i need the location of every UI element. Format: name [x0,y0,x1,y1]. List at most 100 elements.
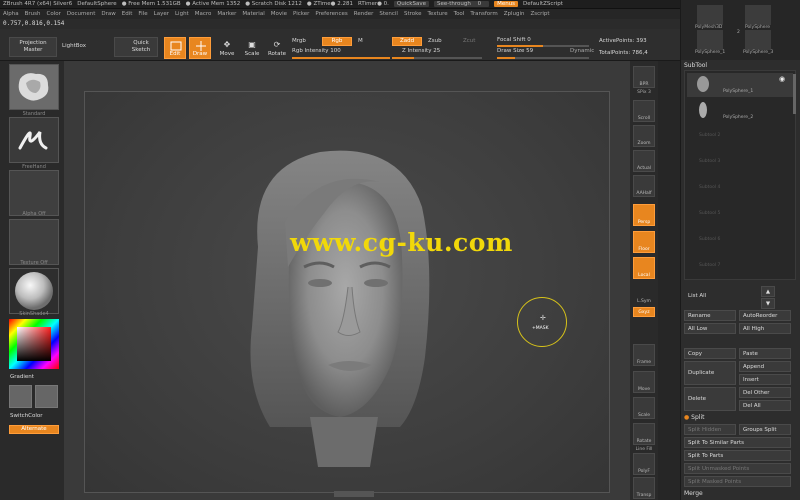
canvas-area[interactable]: ✛ +MASK [64,61,630,500]
menu-material[interactable]: Material [242,11,264,17]
transp-button[interactable]: Transp [633,477,655,499]
draw-size-track[interactable] [497,57,589,59]
material-thumbnail[interactable] [9,268,59,314]
z-intensity-slider[interactable]: Z Intensity 25 [402,48,440,54]
rotate-view-button[interactable]: Rotate [633,423,655,445]
switch-color-button[interactable]: SwitchColor [10,413,43,419]
draw-size-slider[interactable]: Draw Size 59 [497,48,533,54]
rgb-button[interactable]: Rgb [322,37,352,46]
persp-button[interactable]: Persp [633,204,655,226]
auto-reorder-button[interactable]: AutoReorder [739,310,791,321]
list-all-button[interactable]: List All [684,290,738,301]
menu-stencil[interactable]: Stencil [379,11,398,17]
menu-draw[interactable]: Draw [101,11,115,17]
gxyz-button[interactable]: Gxyz [633,307,655,317]
lsym-button[interactable]: L.Sym [633,283,655,305]
polysphere1-thumbnail[interactable] [697,30,723,50]
menu-edit[interactable]: Edit [122,11,133,17]
edit-button[interactable]: Edit [164,37,186,59]
menu-layer[interactable]: Layer [154,11,169,17]
alpha-thumbnail[interactable] [9,170,59,216]
texture-thumbnail[interactable] [9,219,59,265]
split-parts-button[interactable]: Split To Parts [684,450,791,461]
move-up-button[interactable]: ▲ [761,286,775,297]
frame-button[interactable]: Frame [633,344,655,366]
menu-brush[interactable]: Brush [25,11,41,17]
groups-split-button[interactable]: Groups Split [739,424,791,435]
lightbox-button[interactable]: LightBox [62,43,86,49]
menu-zscript[interactable]: Zscript [530,11,549,17]
delete-button[interactable]: Delete [684,387,736,411]
split-masked-button[interactable]: Split Masked Points [684,476,791,487]
del-all-button[interactable]: Del All [739,400,791,411]
aahalf-button[interactable]: AAHalf [633,175,655,197]
move-down-button[interactable]: ▼ [761,298,775,309]
subtool-row[interactable]: PolySphere_1 ◉ [687,73,793,97]
brush-thumbnail[interactable] [9,64,59,110]
polysphere-thumbnail[interactable] [745,5,771,25]
scroll-button[interactable]: Scroll [633,100,655,122]
all-high-button[interactable]: All High [739,323,791,334]
menu-picker[interactable]: Picker [293,11,309,17]
dynamic-button[interactable]: Dynamic [570,48,594,54]
spix-slider[interactable]: SPix 3 [630,90,658,95]
move-button[interactable]: ✥ Move [216,37,238,59]
scale-view-button[interactable]: Scale [633,397,655,419]
default-zscript[interactable]: DefaultZScript [523,1,563,7]
main-color-swatch[interactable] [9,385,32,408]
see-through-slider[interactable]: See-through 0 [433,1,490,7]
menu-marker[interactable]: Marker [217,11,236,17]
m-button[interactable]: M [358,38,363,44]
zsub-button[interactable]: Zsub [428,38,442,44]
focal-shift-track[interactable] [497,45,589,47]
split-similar-button[interactable]: Split To Similar Parts [684,437,791,448]
rgb-intensity-track[interactable] [292,57,390,59]
projection-master-button[interactable]: Projection Master [9,37,57,57]
menu-transform[interactable]: Transform [470,11,497,17]
zoom-button[interactable]: Zoom [633,125,655,147]
polysphere3-thumbnail[interactable] [745,30,771,50]
menu-document[interactable]: Document [67,11,96,17]
rgb-intensity-slider[interactable]: Rgb Intensity 100 [292,48,341,54]
stroke-thumbnail[interactable] [9,117,59,163]
subtool-row[interactable]: PolySphere_2 [687,99,793,123]
mrgb-button[interactable]: Mrgb [292,38,306,44]
actual-button[interactable]: Actual [633,150,655,172]
focal-shift-slider[interactable]: Focal Shift 0 [497,37,531,43]
gradient-label[interactable]: Gradient [10,374,34,380]
merge-section[interactable]: Merge [684,490,703,497]
z-intensity-track[interactable] [392,57,482,59]
menu-light[interactable]: Light [175,11,189,17]
rotate-button[interactable]: ⟳ Rotate [266,37,288,59]
copy-button[interactable]: Copy [684,348,736,359]
quick-sketch-button[interactable]: Quick Sketch [114,37,158,57]
line-fill-button[interactable]: Line Fill [630,447,658,452]
menu-texture[interactable]: Texture [428,11,448,17]
subtool-title[interactable]: SubTool [684,62,707,69]
move-view-button[interactable]: Move [633,371,655,393]
split-hidden-button[interactable]: Split Hidden [684,424,736,435]
del-other-button[interactable]: Del Other [739,387,791,398]
zadd-button[interactable]: Zadd [392,37,422,46]
alternate-button[interactable]: Alternate [9,425,59,434]
draw-button[interactable]: Draw [189,37,211,59]
bpr-button[interactable]: BPR [633,66,655,88]
menu-macro[interactable]: Macro [195,11,212,17]
document-canvas[interactable]: ✛ +MASK [84,91,610,493]
menu-tool[interactable]: Tool [454,11,465,17]
sculpted-head-model[interactable] [230,127,440,487]
menu-render[interactable]: Render [354,11,374,17]
append-button[interactable]: Append [739,361,791,372]
menu-preferences[interactable]: Preferences [315,11,347,17]
menu-alpha[interactable]: Alpha [3,11,19,17]
local-button[interactable]: Local [633,257,655,279]
floor-button[interactable]: Floor [633,231,655,253]
menu-color[interactable]: Color [47,11,61,17]
insert-button[interactable]: Insert [739,374,791,385]
zcut-button[interactable]: Zcut [463,38,475,44]
rename-button[interactable]: Rename [684,310,736,321]
menu-stroke[interactable]: Stroke [404,11,422,17]
menu-movie[interactable]: Movie [271,11,287,17]
scale-button[interactable]: ▣ Scale [241,37,263,59]
duplicate-button[interactable]: Duplicate [684,361,736,385]
